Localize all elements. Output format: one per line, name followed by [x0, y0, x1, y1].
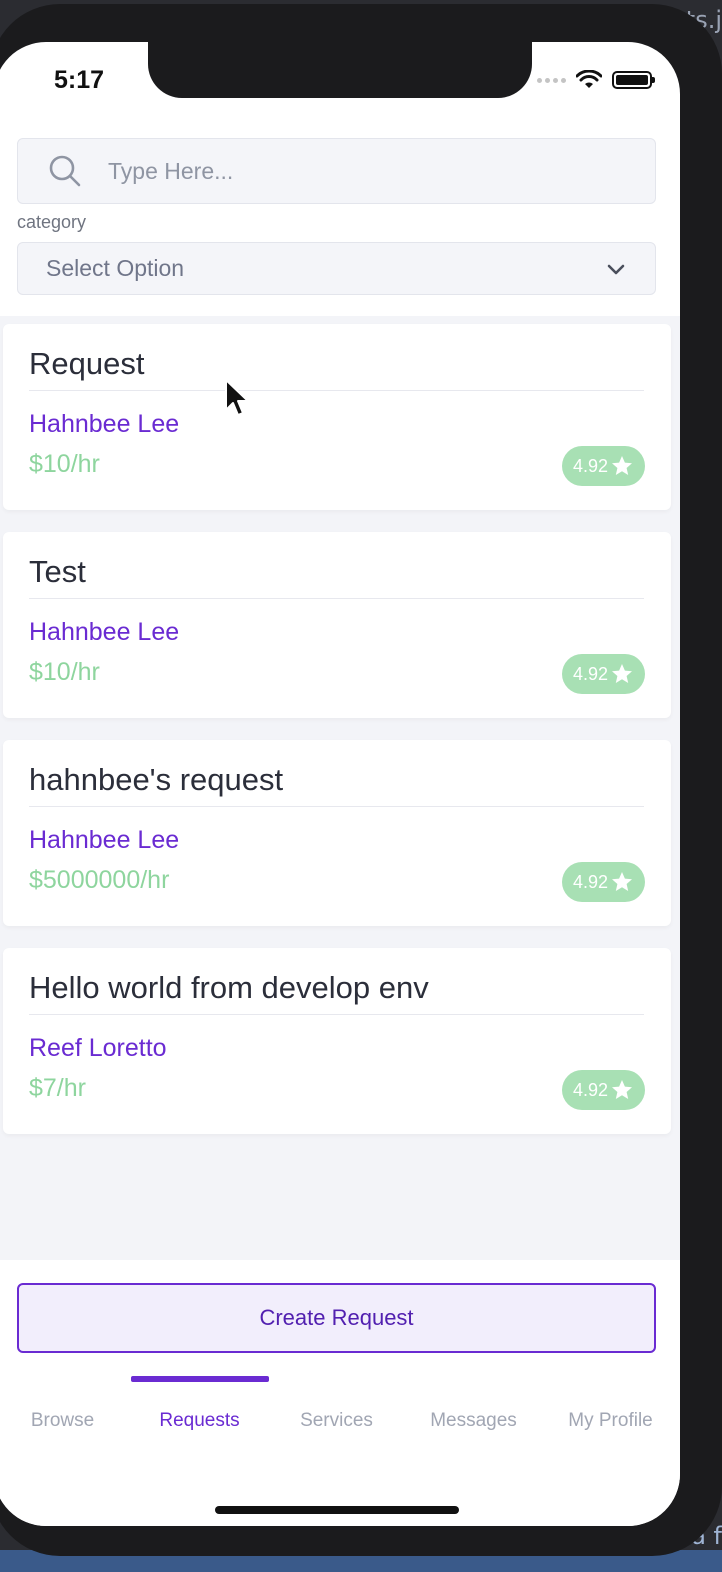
- rating-value: 4.92: [572, 455, 609, 476]
- card-divider: [29, 598, 644, 599]
- request-rate: $10/hr: [29, 450, 100, 478]
- star-icon: [612, 664, 633, 683]
- app-screen: 5:17 category Select Option: [0, 42, 680, 1526]
- signal-icon: [537, 77, 566, 83]
- status-icons: [537, 70, 655, 90]
- device-notch: [148, 42, 532, 98]
- request-author[interactable]: Hahnbee Lee: [29, 410, 179, 439]
- request-author[interactable]: Hahnbee Lee: [29, 618, 179, 647]
- star-icon: [612, 456, 633, 475]
- rating-badge: 4.92: [562, 446, 645, 486]
- request-author[interactable]: Reef Loretto: [29, 1034, 167, 1063]
- tab-bar: Browse Requests Services Messages My Pro…: [0, 1376, 680, 1466]
- category-select[interactable]: Select Option: [17, 242, 656, 295]
- request-card[interactable]: Hello world from develop env Reef Lorett…: [3, 948, 671, 1134]
- request-title: Test: [29, 554, 86, 589]
- rating-badge: 4.92: [562, 654, 645, 694]
- request-card[interactable]: Request Hahnbee Lee $10/hr 4.92: [3, 324, 671, 510]
- request-author[interactable]: Hahnbee Lee: [29, 826, 179, 855]
- tab-services[interactable]: Services: [268, 1410, 405, 1432]
- category-label: category: [17, 212, 87, 232]
- request-card[interactable]: Test Hahnbee Lee $10/hr 4.92: [3, 532, 671, 718]
- home-indicator: [215, 1506, 459, 1514]
- request-title: hahnbee's request: [29, 762, 284, 797]
- card-divider: [29, 806, 644, 807]
- active-tab-indicator: [131, 1376, 269, 1382]
- star-icon: [612, 1080, 633, 1099]
- request-card[interactable]: hahnbee's request Hahnbee Lee $5000000/h…: [3, 740, 671, 926]
- tab-browse[interactable]: Browse: [0, 1410, 131, 1432]
- search-input[interactable]: [108, 157, 588, 185]
- search-icon: [49, 155, 81, 187]
- request-rate: $5000000/hr: [29, 866, 170, 894]
- request-rate: $10/hr: [29, 658, 100, 686]
- tab-my-profile[interactable]: My Profile: [542, 1410, 679, 1432]
- request-list: Request Hahnbee Lee $10/hr 4.92 Test Hah…: [0, 316, 680, 1260]
- search-bar: [17, 138, 656, 204]
- rating-badge: 4.92: [562, 862, 645, 902]
- tab-requests[interactable]: Requests: [131, 1410, 268, 1432]
- rating-value: 4.92: [572, 871, 609, 892]
- chevron-down-icon: [607, 264, 625, 274]
- create-request-button[interactable]: Create Request: [17, 1283, 656, 1353]
- wifi-icon: [576, 70, 602, 88]
- cursor-icon: [225, 379, 249, 416]
- rating-value: 4.92: [572, 663, 609, 684]
- card-divider: [29, 390, 644, 391]
- rating-value: 4.92: [572, 1079, 609, 1100]
- request-title: Request: [29, 346, 145, 381]
- request-rate: $7/hr: [29, 1074, 86, 1102]
- rating-badge: 4.92: [562, 1070, 645, 1110]
- phone-frame: 5:17 category Select Option: [0, 4, 722, 1556]
- star-icon: [612, 872, 633, 891]
- card-divider: [29, 1014, 644, 1015]
- category-select-value: Select Option: [46, 255, 185, 281]
- bottom-panel: Create Request Browse Requests Services …: [0, 1260, 680, 1526]
- request-title: Hello world from develop env: [29, 970, 429, 1005]
- battery-icon: [612, 71, 655, 89]
- status-time: 5:17: [54, 66, 105, 94]
- tab-messages[interactable]: Messages: [405, 1410, 542, 1432]
